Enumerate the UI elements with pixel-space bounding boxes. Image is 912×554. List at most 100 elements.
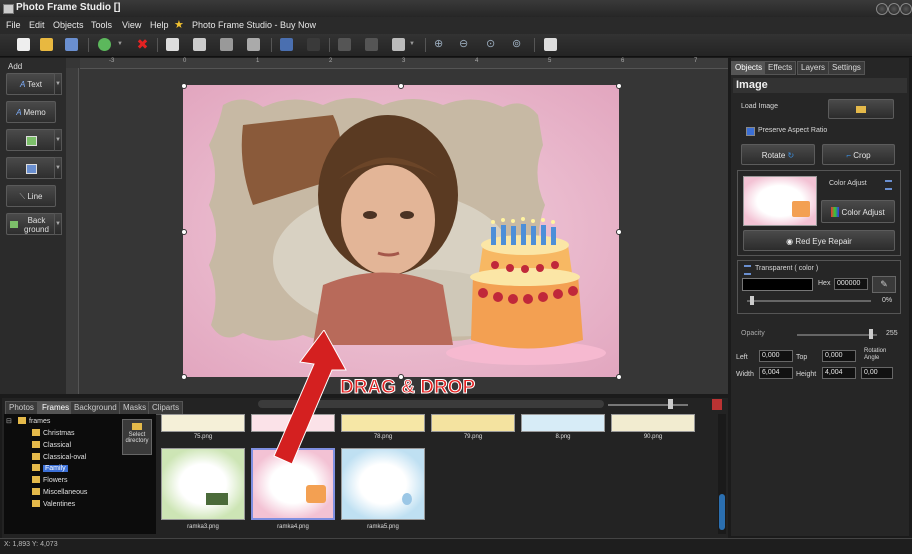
shape-options-arrow[interactable]: ▼: [54, 157, 62, 179]
close-button[interactable]: [900, 3, 912, 15]
thumbnail[interactable]: [161, 414, 245, 432]
resize-handle[interactable]: [181, 83, 187, 89]
menu-help[interactable]: Help: [150, 20, 169, 30]
image-options-arrow[interactable]: ▼: [54, 129, 62, 151]
background-options-arrow[interactable]: ▼: [54, 213, 62, 235]
hex-input[interactable]: 000000: [834, 278, 868, 290]
menu-edit[interactable]: Edit: [29, 20, 45, 30]
menu-objects[interactable]: Objects: [53, 20, 84, 30]
bring-forward-icon[interactable]: [193, 38, 206, 51]
thumbnail-size-slider[interactable]: [608, 404, 688, 406]
text-options-arrow[interactable]: ▼: [54, 73, 62, 95]
add-text-button[interactable]: A Text: [6, 73, 56, 95]
rotate-button[interactable]: Rotate ↻: [741, 144, 815, 165]
slider-handle[interactable]: [869, 329, 873, 339]
load-image-button[interactable]: [828, 99, 894, 119]
delete-item-icon[interactable]: [712, 399, 722, 410]
chevron-down-icon[interactable]: ▼: [117, 41, 123, 47]
thumbnail[interactable]: [341, 448, 425, 520]
crop-button[interactable]: ⌐ Crop: [822, 144, 895, 165]
resize-handle[interactable]: [616, 374, 622, 380]
zoom-fit-icon[interactable]: ⊙: [486, 38, 499, 51]
resize-handle[interactable]: [616, 83, 622, 89]
menu-view[interactable]: View: [122, 20, 141, 30]
tree-toggle-icon[interactable]: ⊟: [6, 417, 12, 425]
collapse-icon[interactable]: [885, 180, 892, 190]
add-shape-button[interactable]: [6, 157, 56, 179]
left-input[interactable]: 0,000: [759, 350, 793, 362]
tab-frames[interactable]: Frames: [38, 401, 74, 415]
tree-item-selected[interactable]: Family: [32, 464, 68, 472]
tree-item[interactable]: Miscellaneous: [32, 488, 87, 496]
zoom-in-icon[interactable]: ⊕: [434, 38, 447, 51]
menu-tools[interactable]: Tools: [91, 20, 112, 30]
opacity-slider[interactable]: [797, 334, 877, 336]
thumbnail[interactable]: [341, 414, 425, 432]
save-icon[interactable]: [65, 38, 78, 51]
menu-file[interactable]: File: [6, 20, 21, 30]
tab-effects[interactable]: Effects: [764, 61, 797, 75]
color-adjust-button[interactable]: Color Adjust: [821, 200, 895, 223]
resize-handle[interactable]: [181, 374, 187, 380]
tab-objects[interactable]: Objects: [731, 61, 767, 75]
thumbnail[interactable]: [431, 414, 515, 432]
tab-layers[interactable]: Layers: [797, 61, 830, 75]
tab-masks[interactable]: Masks: [119, 401, 151, 415]
maximize-button[interactable]: [888, 3, 900, 15]
resize-handle[interactable]: [616, 229, 622, 235]
tab-cliparts[interactable]: Cliparts: [148, 401, 184, 415]
slider-handle[interactable]: [750, 296, 754, 305]
add-line-button[interactable]: ⟍ Line: [6, 185, 56, 207]
tree-item-frames[interactable]: frames: [18, 417, 50, 425]
minimize-button[interactable]: [876, 3, 888, 15]
send-backward-icon[interactable]: [220, 38, 233, 51]
properties-icon[interactable]: [544, 38, 557, 51]
add-icon[interactable]: [98, 38, 111, 51]
zoom-actual-icon[interactable]: ⊚: [512, 38, 525, 51]
add-image-button[interactable]: [6, 129, 56, 151]
scrollbar-thumb[interactable]: [719, 494, 725, 530]
eyedropper-icon[interactable]: ✎: [872, 276, 896, 293]
rotation-angle-input[interactable]: 0,00: [861, 367, 893, 379]
top-input[interactable]: 0,000: [822, 350, 856, 362]
width-input[interactable]: 6,004: [759, 367, 793, 379]
tree-item[interactable]: Christmas: [32, 429, 75, 437]
resize-handle[interactable]: [398, 83, 404, 89]
tree-item[interactable]: Flowers: [32, 476, 68, 484]
zoom-out-icon[interactable]: ⊖: [459, 38, 472, 51]
redo-icon[interactable]: [307, 38, 320, 51]
add-background-button[interactable]: Back ground: [6, 213, 56, 235]
thumbnail[interactable]: [611, 414, 695, 432]
photo-frame-object[interactable]: [183, 85, 619, 377]
align-left-icon[interactable]: [338, 38, 351, 51]
tab-photos[interactable]: Photos: [5, 401, 38, 415]
open-icon[interactable]: [40, 38, 53, 51]
thumbnail[interactable]: [521, 414, 605, 432]
thumbnail[interactable]: [161, 448, 245, 520]
tree-item[interactable]: Valentines: [32, 500, 75, 508]
menu-buy-now[interactable]: Photo Frame Studio - Buy Now: [192, 20, 316, 30]
tree-item[interactable]: Classical-oval: [32, 453, 86, 461]
chevron-down-icon[interactable]: ▼: [409, 41, 415, 47]
resize-handle[interactable]: [181, 229, 187, 235]
transparency-slider[interactable]: [747, 300, 871, 302]
undo-icon[interactable]: [280, 38, 293, 51]
delete-icon[interactable]: ✖: [136, 37, 149, 51]
send-back-icon[interactable]: [247, 38, 260, 51]
red-eye-repair-button[interactable]: ◉ Red Eye Repair: [743, 230, 895, 251]
tree-item[interactable]: Classical: [32, 441, 71, 449]
preserve-aspect-checkbox[interactable]: [746, 127, 755, 136]
align-menu-icon[interactable]: [392, 38, 405, 51]
select-directory-button[interactable]: Select directory: [122, 419, 152, 455]
height-input[interactable]: 4,004: [822, 367, 856, 379]
collapse-icon[interactable]: [744, 265, 751, 275]
transparent-color-swatch[interactable]: [742, 278, 813, 291]
tab-background[interactable]: Background: [70, 401, 121, 415]
new-icon[interactable]: [17, 38, 30, 51]
bring-front-icon[interactable]: [166, 38, 179, 51]
vertical-scrollbar[interactable]: [718, 414, 726, 534]
align-center-icon[interactable]: [365, 38, 378, 51]
tab-settings[interactable]: Settings: [828, 61, 865, 75]
slider-handle[interactable]: [668, 399, 673, 409]
add-memo-button[interactable]: A Memo: [6, 101, 56, 123]
